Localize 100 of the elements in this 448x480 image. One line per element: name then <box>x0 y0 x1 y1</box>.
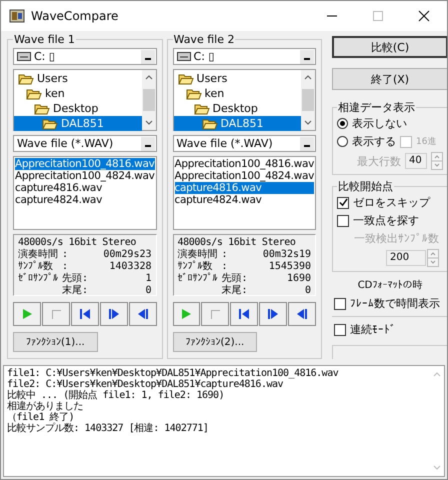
folder-icon <box>26 88 42 100</box>
info-label: 末尾: <box>62 285 88 297</box>
skip-back-icon <box>238 308 250 320</box>
checkbox[interactable] <box>337 196 350 208</box>
info-separator: : <box>62 261 70 272</box>
drive-icon <box>17 52 31 61</box>
skip-end-icon <box>136 308 149 320</box>
skip-back-button[interactable] <box>70 302 99 326</box>
checkbox[interactable] <box>334 298 346 310</box>
folder-icon <box>202 118 218 130</box>
file-item[interactable]: capture4824.wav <box>174 194 314 206</box>
checkbox[interactable] <box>334 324 346 336</box>
log-line: 比較サンプル数: 1403327 [相違: 1402771] <box>7 423 210 434</box>
format-text: 48000s/s 16bit Stereo <box>18 237 138 248</box>
radio-button[interactable] <box>337 118 348 129</box>
head-value: 1 <box>144 273 152 285</box>
samples-value: 1403328 <box>108 261 152 273</box>
group-title: 相違データ表示 <box>337 100 416 115</box>
duration-value: 00m29s23 <box>102 249 152 261</box>
tail-value: 0 <box>144 285 152 297</box>
folder-item[interactable]: Desktop <box>14 101 142 116</box>
play-button[interactable] <box>172 302 200 326</box>
compare-button[interactable]: 比較(C) <box>332 36 447 58</box>
scrollbar[interactable] <box>142 70 156 130</box>
checkbox-label[interactable]: 連続ﾓｰﾄﾞ <box>350 322 396 337</box>
folder-icon <box>178 72 194 84</box>
info-label: 先頭: <box>222 273 248 284</box>
file-item[interactable]: Apprecitation100_4824.wav <box>15 170 155 182</box>
group-title: Wave file 1 <box>13 33 76 46</box>
skip-end-button[interactable] <box>128 302 157 326</box>
checkbox-label[interactable]: 一致点を探す <box>353 213 420 228</box>
drive-dropdown[interactable]: C: ▯ <box>172 48 316 65</box>
step-forward-button[interactable] <box>100 302 128 326</box>
window-title: WaveCompare <box>31 9 118 23</box>
folder-item[interactable]: DAL851 <box>14 116 142 131</box>
stop-icon <box>209 308 222 320</box>
drive-icon <box>176 52 191 61</box>
file-type-dropdown[interactable]: Wave file (*.WAV) <box>172 135 316 152</box>
log-line: （file1 終了) <box>7 412 76 423</box>
log-line: 相違がありました <box>7 401 84 412</box>
file-type-dropdown[interactable]: Wave file (*.WAV) <box>13 135 157 152</box>
info-label: ｾﾞﾛｻﾝﾌﾟﾙ <box>18 273 58 285</box>
info-label: 末尾: <box>222 285 248 297</box>
stop-icon <box>50 308 62 320</box>
scrollbar[interactable] <box>301 70 316 130</box>
log-line: 比較中 ... (開始点 file1: 1, file2: 1690) <box>7 390 226 401</box>
skip-end-button[interactable] <box>288 302 316 326</box>
info-label: ｾﾞﾛｻﾝﾌﾟﾙ <box>178 273 218 285</box>
play-button[interactable] <box>13 302 41 326</box>
folder-icon <box>194 102 210 114</box>
folder-item[interactable]: ken <box>174 86 302 101</box>
scroll-thumb[interactable] <box>142 89 155 111</box>
play-icon <box>20 308 33 320</box>
checkbox-label[interactable]: ﾌﾚｰﾑ数で時間表示 <box>350 296 440 311</box>
group-title: Wave file 2 <box>172 33 236 46</box>
folder-icon <box>18 72 34 84</box>
step-forward-button[interactable] <box>259 302 288 326</box>
stop-button[interactable] <box>201 302 230 326</box>
field-label: 一致検出ｻﾝﾌﾟﾙ数 <box>354 231 440 246</box>
head-value: 1690 <box>286 273 312 285</box>
drive-dropdown[interactable]: C: ▯ <box>13 48 157 65</box>
function-button[interactable]: ﾌｧﾝｸｼｮﾝ(2)... <box>172 332 258 352</box>
folder-item[interactable]: Users <box>14 71 142 86</box>
function-button[interactable]: ﾌｧﾝｸｼｮﾝ(1)... <box>13 332 98 352</box>
folder-item[interactable]: ken <box>14 86 142 101</box>
info-separator: : <box>222 249 229 261</box>
info-label: ｻﾝﾌﾟﾙ数 <box>178 261 214 272</box>
folder-item[interactable]: DAL851 <box>174 116 302 131</box>
skip-back-button[interactable] <box>230 302 258 326</box>
log-line: file2: C:¥Users¥ken¥Desktop¥DAL851¥capture4816.wav <box>7 379 284 390</box>
radio-label[interactable]: 表示しない <box>352 116 408 131</box>
samples-value: 1545390 <box>268 261 312 273</box>
cd-format-note: CDﾌｫｰﾏｯﾄの時 <box>356 278 424 292</box>
scroll-thumb[interactable] <box>302 89 314 111</box>
log-line: file1: C:¥Users¥ken¥Desktop¥DAL851¥Apprecitation100_4816.wav <box>7 368 340 379</box>
folder-icon <box>186 88 202 100</box>
file-item[interactable]: Apprecitation100_4816.wav <box>15 158 155 170</box>
folder-icon <box>42 118 58 130</box>
file-item[interactable]: Apprecitation100_4824.wav <box>174 170 314 182</box>
play-icon <box>180 308 192 320</box>
skip-back-icon <box>78 308 91 320</box>
info-separator: : <box>62 249 70 261</box>
info-label: 先頭: <box>62 273 88 284</box>
exit-button[interactable]: 終了(X) <box>332 68 447 90</box>
radio-label[interactable]: 表示する <box>352 134 396 149</box>
checkbox-label[interactable]: ゼロをスキップ <box>353 195 430 210</box>
skip-end-icon <box>296 308 308 320</box>
file-item[interactable]: capture4816.wav <box>15 182 155 194</box>
tail-value: 0 <box>304 285 312 297</box>
folder-item[interactable]: Users <box>174 71 302 86</box>
field-label: 最大行数 <box>357 154 402 168</box>
file-item[interactable]: capture4824.wav <box>15 194 155 206</box>
folder-item[interactable]: Desktop <box>174 101 302 116</box>
info-label: ｻﾝﾌﾟﾙ数 <box>18 261 54 272</box>
checkbox[interactable] <box>337 214 350 226</box>
file-item[interactable]: Apprecitation100_4816.wav <box>174 158 314 170</box>
stop-button[interactable] <box>42 302 70 326</box>
file-item[interactable]: capture4816.wav <box>174 182 314 194</box>
radio-button[interactable] <box>337 136 348 147</box>
step-forward-icon <box>108 308 120 320</box>
